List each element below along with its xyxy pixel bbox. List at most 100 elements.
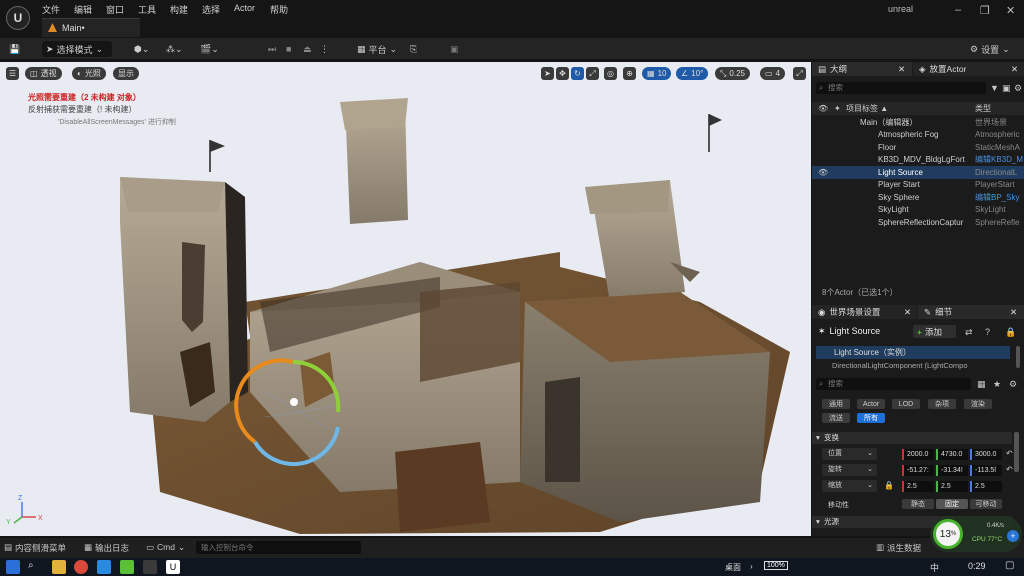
eject-icon[interactable]: ⏏: [303, 41, 312, 57]
menu-tools[interactable]: 工具: [138, 3, 156, 16]
surface-snap-icon[interactable]: ◎: [604, 67, 617, 80]
filter-icon[interactable]: ▼: [990, 83, 999, 93]
visibility-icon[interactable]: 👁: [818, 104, 828, 113]
tab-details[interactable]: ✎ 细节 ✕: [918, 305, 1024, 319]
outliner-row[interactable]: SphereReflectionCaptur SphereRefle: [812, 216, 1024, 229]
grid-snap-button[interactable]: ▦ 10: [642, 67, 672, 80]
maximize-icon[interactable]: ❐: [980, 4, 990, 17]
maximize-viewport-icon[interactable]: ⤢: [793, 67, 806, 80]
notifications-icon[interactable]: ▢: [1005, 560, 1014, 571]
select-tool-icon[interactable]: ➤: [541, 67, 554, 80]
derived-data-button[interactable]: ▥ 派生数据: [876, 542, 921, 554]
outliner-row-type[interactable]: 编辑BP_Sky: [975, 192, 1024, 203]
filter-actor[interactable]: Actor: [857, 399, 885, 409]
menu-help[interactable]: 帮助: [270, 3, 288, 16]
scale-dropdown[interactable]: 缩放 ⌄: [822, 480, 877, 492]
location-y-input[interactable]: 4730.0: [936, 449, 968, 460]
reset-location-icon[interactable]: ↶: [1006, 449, 1013, 458]
outliner-settings-icon[interactable]: ⚙: [1014, 83, 1022, 94]
scale-tool-icon[interactable]: ⤢: [586, 67, 599, 80]
settings-button[interactable]: ⚙ 设置 ⌄: [970, 41, 1010, 57]
rotation-dropdown[interactable]: 旋转 ⌄: [822, 464, 877, 476]
app-icon[interactable]: [143, 560, 157, 574]
cmd-dropdown[interactable]: ▭ Cmd ⌄: [146, 542, 185, 553]
outliner-row[interactable]: KB3D_MDV_BldgLgFort 编辑KB3D_M: [812, 154, 1024, 167]
mobility-movable[interactable]: 可移动: [970, 499, 1002, 509]
desktop-label[interactable]: 桌面: [725, 562, 741, 573]
translate-tool-icon[interactable]: ✥: [556, 67, 569, 80]
reset-rotation-icon[interactable]: ↶: [1006, 465, 1013, 474]
camera-speed-button[interactable]: ▭ 4: [760, 67, 786, 80]
show-button[interactable]: 显示: [113, 67, 139, 80]
browser-icon[interactable]: [74, 560, 88, 574]
rotation-y-input[interactable]: -31.34!: [936, 465, 968, 476]
add-icon[interactable]: +: [1007, 530, 1019, 542]
performance-widget[interactable]: 13% 0.4K/s CPU 77°C +: [930, 516, 1022, 552]
revision-icon[interactable]: ▣: [450, 41, 459, 57]
select-mode-dropdown[interactable]: ➤ 选择模式 ⌄: [42, 41, 112, 57]
col-type-header[interactable]: 类型: [975, 103, 991, 114]
blueprint-icon[interactable]: ⁂⌄: [166, 41, 183, 57]
input-language[interactable]: 中: [930, 561, 939, 574]
menu-file[interactable]: 文件: [42, 3, 60, 16]
component-instance-row[interactable]: Light Source（实例）: [816, 346, 1010, 359]
transform-section-header[interactable]: ▾ 变换: [812, 432, 1012, 444]
filter-lod[interactable]: LOD: [892, 399, 920, 409]
mobility-static[interactable]: 静态: [902, 499, 934, 509]
stop-icon[interactable]: ■: [286, 41, 291, 57]
filter-misc[interactable]: 杂项: [928, 399, 956, 409]
overflow-icon[interactable]: ›: [750, 562, 753, 571]
component-row[interactable]: DirectionalLightComponent (LightCompo: [832, 361, 1010, 370]
source-control-icon[interactable]: ⎘: [410, 41, 417, 57]
close-icon[interactable]: ✕: [1011, 64, 1018, 75]
save-icon[interactable]: 💾: [9, 41, 20, 57]
details-settings-icon[interactable]: ⚙: [1009, 379, 1017, 390]
outliner-row[interactable]: Sky Sphere 编辑BP_Sky: [812, 191, 1024, 204]
cinematics-icon[interactable]: 🎬⌄: [200, 41, 219, 57]
add-component-button[interactable]: + 添加: [913, 325, 956, 338]
unreal-taskbar-icon[interactable]: U: [166, 560, 180, 574]
tab-main[interactable]: Main•: [42, 18, 140, 37]
tab-place-actors[interactable]: ◈ 放置Actor ✕: [913, 62, 1024, 76]
outliner-row-type[interactable]: 编辑KB3D_M: [975, 154, 1024, 165]
menu-window[interactable]: 窗口: [106, 3, 124, 16]
help-icon[interactable]: ?: [985, 327, 990, 337]
blueprint-convert-icon[interactable]: ⇄: [965, 327, 973, 338]
filter-rendering[interactable]: 渲染: [964, 399, 992, 409]
scale-lock-icon[interactable]: 🔒: [884, 481, 894, 490]
world-local-icon[interactable]: ⊕: [623, 67, 636, 80]
search-icon[interactable]: ⌕: [28, 560, 34, 571]
platform-dropdown[interactable]: ▦ 平台 ⌄: [357, 41, 397, 57]
file-explorer-icon[interactable]: [52, 560, 66, 574]
menu-build[interactable]: 构建: [170, 3, 188, 16]
start-icon[interactable]: [6, 560, 20, 574]
close-icon[interactable]: ✕: [1010, 307, 1017, 318]
pin-icon[interactable]: ✦: [834, 104, 841, 113]
filter-streaming[interactable]: 流送: [822, 413, 850, 423]
outliner-search-input[interactable]: ⌕ 搜索: [816, 82, 986, 94]
tab-outliner[interactable]: ▤ 大纲 ✕: [812, 62, 912, 76]
mobility-stationary[interactable]: 固定: [936, 499, 968, 509]
play-options-icon[interactable]: ⋮: [320, 41, 329, 57]
outliner-row[interactable]: Main（编辑器） 世界场景: [812, 116, 1024, 129]
menu-select[interactable]: 选择: [202, 3, 220, 16]
outliner-row[interactable]: Floor StaticMeshA: [812, 141, 1024, 154]
scale-snap-button[interactable]: ⤡ 0.25: [715, 67, 750, 80]
viewport-menu-icon[interactable]: ☰: [6, 67, 19, 80]
scale-y-input[interactable]: 2.5: [936, 481, 968, 492]
menu-edit[interactable]: 编辑: [74, 3, 92, 16]
components-scrollbar[interactable]: [1016, 346, 1020, 368]
play-advance-icon[interactable]: ⏭: [268, 41, 276, 57]
unreal-logo-icon[interactable]: U: [6, 6, 30, 30]
outliner-row[interactable]: SkyLight SkyLight: [812, 204, 1024, 217]
rotation-z-input[interactable]: -113.5l: [970, 465, 1002, 476]
location-dropdown[interactable]: 位置 ⌄: [822, 448, 877, 460]
minimize-icon[interactable]: –: [955, 4, 961, 16]
scale-x-input[interactable]: 2.5: [902, 481, 934, 492]
col-label-header[interactable]: 项目标签 ▲: [846, 103, 888, 114]
add-content-icon[interactable]: ⬢⌄: [134, 41, 149, 57]
content-drawer-button[interactable]: ▤ 内容侧滑菜单: [4, 542, 66, 554]
close-icon[interactable]: ✕: [898, 64, 905, 75]
battery-indicator[interactable]: 100%: [764, 561, 788, 570]
close-icon[interactable]: ✕: [1006, 4, 1015, 17]
